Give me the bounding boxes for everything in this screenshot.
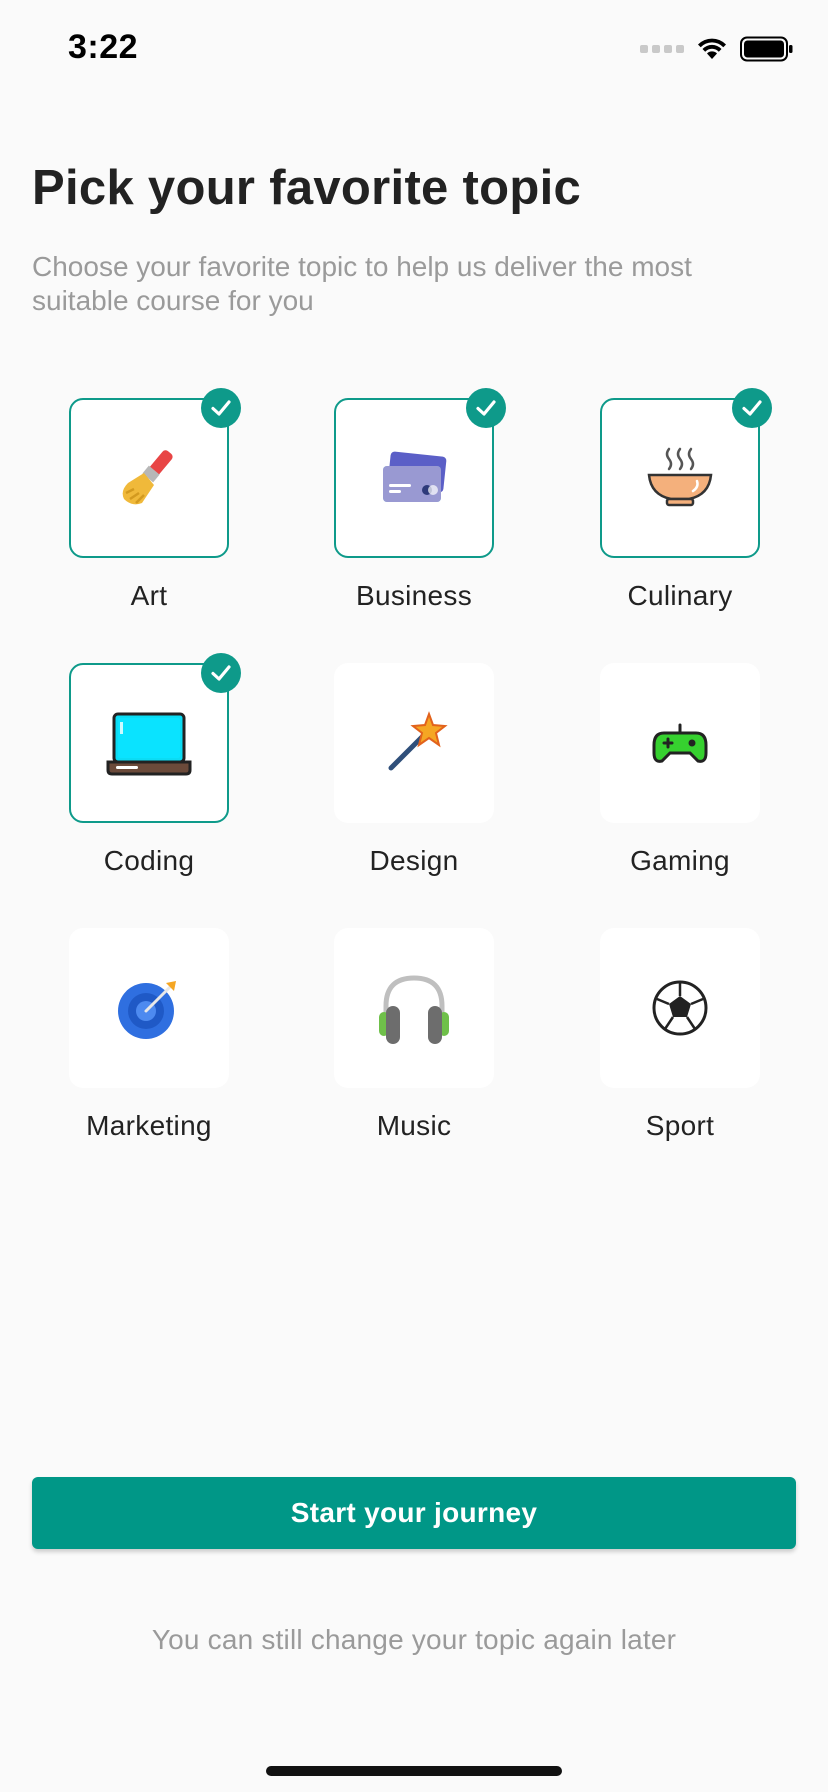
signal-icon <box>640 45 684 53</box>
paint-brush-icon <box>122 450 173 505</box>
credit-cards-icon <box>383 451 447 502</box>
laptop-icon <box>106 712 192 776</box>
topic-label: Design <box>369 845 459 876</box>
topic-label: Culinary <box>627 580 733 611</box>
topic-tile[interactable] <box>600 388 772 558</box>
magic-wand-icon <box>388 711 448 771</box>
topic-sport[interactable]: Sport <box>600 928 760 1142</box>
change-topic-note: You can still change your topic again la… <box>151 1624 677 1655</box>
selected-check-badge <box>466 388 506 428</box>
topic-culinary[interactable]: Culinary <box>600 388 772 612</box>
selected-check-badge <box>201 653 241 693</box>
topic-label: Business <box>355 580 472 611</box>
topic-label: Music <box>376 1110 452 1141</box>
target-icon <box>118 981 176 1039</box>
check-icon <box>476 400 496 416</box>
selected-check-badge <box>732 388 772 428</box>
check-icon <box>211 665 231 681</box>
topic-label: Gaming <box>630 845 730 876</box>
wifi-icon <box>698 38 726 59</box>
topic-tile[interactable] <box>334 928 494 1088</box>
topic-coding[interactable]: Coding <box>69 653 241 877</box>
status-icons <box>640 36 794 62</box>
page-subtitle: Choose your favorite topic to help us de… <box>32 251 692 316</box>
home-indicator[interactable] <box>266 1766 562 1776</box>
topic-tile[interactable] <box>69 928 229 1088</box>
topic-marketing[interactable]: Marketing <box>69 928 229 1142</box>
check-icon <box>211 400 231 416</box>
check-icon <box>742 400 762 416</box>
gamepad-icon <box>652 723 708 763</box>
hot-bowl-icon <box>647 447 713 507</box>
topic-tile[interactable] <box>69 653 241 823</box>
headphones-icon <box>379 975 449 1044</box>
topic-music[interactable]: Music <box>334 928 494 1142</box>
status-time: 3:22 <box>68 28 139 66</box>
topic-label: Art <box>130 580 168 611</box>
topic-label: Sport <box>645 1110 715 1141</box>
topic-tile[interactable] <box>69 388 241 558</box>
topic-design[interactable]: Design <box>334 663 494 877</box>
battery-icon <box>740 36 793 62</box>
selected-check-badge <box>201 388 241 428</box>
topic-label: Marketing <box>86 1110 212 1141</box>
topic-tile[interactable] <box>600 928 760 1088</box>
soccer-ball-icon <box>652 980 708 1036</box>
topic-tile[interactable] <box>600 663 760 823</box>
topic-art[interactable]: Art <box>69 388 241 612</box>
start-journey-button[interactable]: Start your journey <box>32 1477 796 1549</box>
topic-tile[interactable] <box>334 388 506 558</box>
topic-gaming[interactable]: Gaming <box>600 663 760 877</box>
topic-label: Coding <box>103 845 195 876</box>
topic-tile[interactable] <box>334 663 494 823</box>
topic-business[interactable]: Business <box>334 388 506 612</box>
status-bar: 3:22 <box>0 0 828 100</box>
page-title: Pick your favorite topic <box>32 161 582 215</box>
